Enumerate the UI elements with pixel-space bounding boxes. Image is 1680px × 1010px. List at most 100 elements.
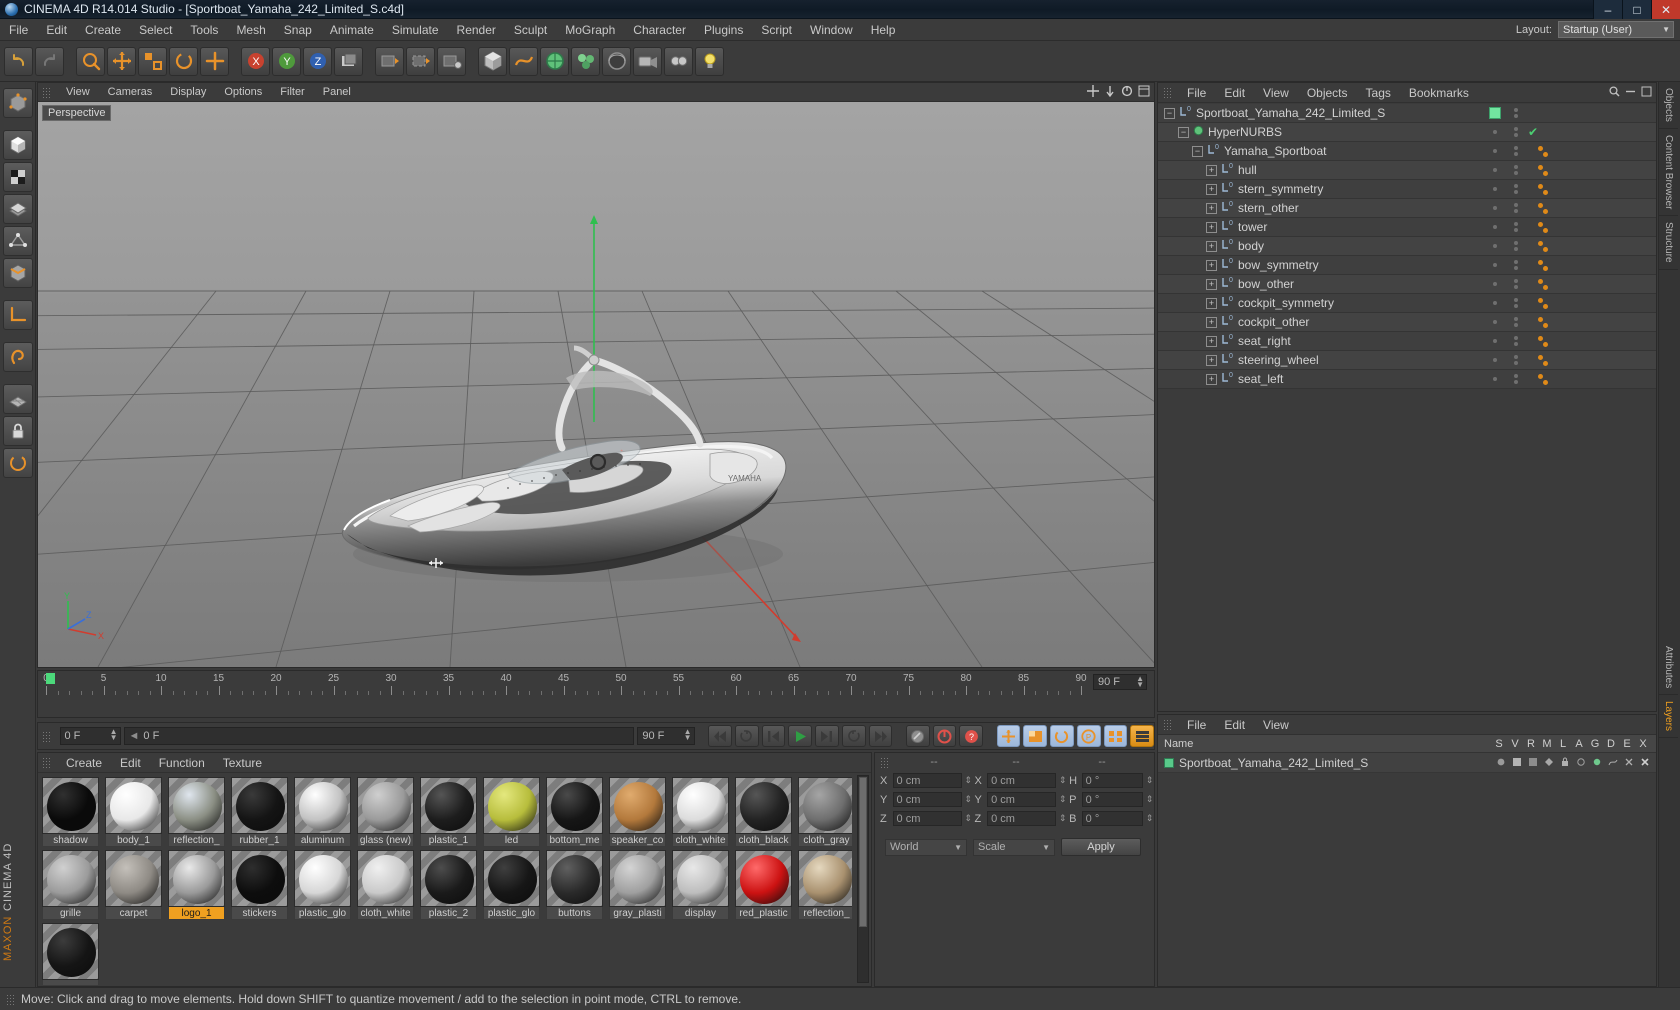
material-cell[interactable]: cloth_gray (798, 777, 852, 847)
expand-icon[interactable]: + (1206, 297, 1217, 309)
menu-item-create[interactable]: Create (76, 19, 130, 41)
object-visibility-dot[interactable] (1493, 225, 1497, 229)
material-cell[interactable]: plastic_1 (420, 777, 477, 847)
frame-spinner-icon[interactable]: ▲ ▼ (110, 728, 118, 742)
viewport-menu-filter[interactable]: Filter (271, 83, 313, 102)
object-name[interactable]: hull (1238, 163, 1257, 177)
next-key-button[interactable] (841, 725, 866, 747)
make-editable-button[interactable] (3, 88, 33, 118)
material-preview[interactable] (294, 777, 351, 834)
coord-input-pos-z[interactable]: 0 cm (892, 811, 962, 826)
object-tree-row[interactable]: +0 tower (1158, 218, 1656, 237)
coord-input-pos-x[interactable]: 0 cm (892, 773, 962, 788)
material-cell[interactable] (42, 923, 99, 985)
layer-render-icon[interactable] (1528, 756, 1538, 770)
object-tree-row[interactable]: − 0 Sportboat_Yamaha_242_Limited_S (1158, 104, 1656, 123)
material-cell[interactable]: shadow (42, 777, 99, 847)
layer-lock-icon[interactable] (1560, 756, 1570, 770)
object-visibility-dot[interactable] (1493, 149, 1497, 153)
add-generator-button[interactable] (540, 46, 569, 76)
key-parameter-button[interactable]: P (1076, 725, 1101, 747)
coord-spinner-size-x-icon[interactable]: ⇕ (1058, 775, 1067, 786)
redo-button[interactable] (35, 46, 64, 76)
material-name[interactable]: plastic_glo (294, 907, 351, 920)
coord-spinner-h-icon[interactable]: ⇕ (1145, 775, 1154, 786)
texture-mode-button[interactable] (3, 162, 33, 192)
point-mode-button[interactable] (3, 226, 33, 256)
object-tree-row[interactable]: − 0 Yamaha_Sportboat (1158, 142, 1656, 161)
editor-visibility-dot[interactable] (1514, 355, 1518, 359)
editor-visibility-dot[interactable] (1514, 108, 1518, 112)
object-tree-row[interactable]: +0 seat_left (1158, 370, 1656, 389)
material-preview[interactable] (798, 850, 852, 907)
material-name[interactable]: cloth_white (357, 907, 414, 920)
object-visibility-dots[interactable] (1514, 241, 1518, 251)
material-preview[interactable] (798, 777, 852, 834)
editor-visibility-dot[interactable] (1514, 336, 1518, 340)
layer-xref-icon[interactable] (1640, 756, 1650, 770)
material-tag-icon[interactable] (1538, 184, 1543, 189)
object-name[interactable]: tower (1238, 220, 1267, 234)
expand-icon[interactable]: + (1206, 202, 1217, 214)
add-environment-button[interactable] (602, 46, 631, 76)
coord-input-size-z[interactable]: 0 cm (987, 811, 1057, 826)
render-region-button[interactable] (406, 46, 435, 76)
object-tag-group[interactable] (1538, 298, 1552, 310)
material-cell[interactable]: stickers (231, 850, 288, 920)
material-name[interactable]: logo_1 (168, 907, 225, 920)
material-tag-icon[interactable] (1538, 317, 1543, 322)
coordinates-grip-icon[interactable] (880, 756, 889, 768)
current-frame-input[interactable]: 0 F ▲ ▼ (59, 727, 121, 745)
timeline-panel[interactable]: 051015202530354045505560657075808590 90 … (37, 670, 1155, 718)
menu-item-help[interactable]: Help (862, 19, 905, 41)
material-name[interactable]: cloth_black (735, 834, 792, 847)
render-visibility-dot[interactable] (1514, 152, 1518, 156)
menu-item-simulate[interactable]: Simulate (383, 19, 448, 41)
object-name[interactable]: cockpit_other (1238, 315, 1309, 329)
material-cell[interactable]: red_plastic (735, 850, 792, 920)
add-light-button[interactable] (695, 46, 724, 76)
uvw-tag-icon[interactable] (1543, 209, 1548, 214)
material-name[interactable]: glass (new) (357, 834, 414, 847)
object-visibility-dots[interactable] (1514, 355, 1518, 365)
live-selection-tool[interactable] (76, 46, 105, 76)
end-spinner-icon[interactable]: ▲ ▼ (684, 728, 692, 742)
model-mode-button[interactable] (3, 130, 33, 160)
world-object-coordinates-button[interactable] (334, 46, 363, 76)
editor-visibility-dot[interactable] (1514, 222, 1518, 226)
add-spline-button[interactable] (509, 46, 538, 76)
coord-input-size-x[interactable]: 0 cm (987, 773, 1057, 788)
material-name[interactable]: grille (42, 907, 99, 920)
object-visibility-dots[interactable] (1514, 146, 1518, 156)
material-name[interactable]: display (672, 907, 729, 920)
object-grip-icon[interactable] (1163, 87, 1172, 98)
object-visibility-dots[interactable] (1514, 336, 1518, 346)
material-name[interactable]: gray_plasti (609, 907, 666, 920)
object-menu-view[interactable]: View (1254, 83, 1298, 103)
menu-item-sculpt[interactable]: Sculpt (505, 19, 556, 41)
layer-header-g[interactable]: G (1588, 738, 1602, 750)
material-cell[interactable]: grille (42, 850, 99, 920)
material-preview[interactable] (735, 850, 792, 907)
material-cell[interactable]: reflection_ (168, 777, 225, 847)
key-position-button[interactable] (996, 725, 1021, 747)
object-name[interactable]: seat_right (1238, 334, 1291, 348)
workplane-rotate-button[interactable] (3, 448, 33, 478)
editor-visibility-dot[interactable] (1514, 374, 1518, 378)
go-to-start-button[interactable] (708, 725, 732, 747)
layer-expression-icon[interactable] (1624, 756, 1634, 770)
uvw-tag-icon[interactable] (1543, 342, 1548, 347)
object-menu-file[interactable]: File (1178, 83, 1215, 103)
object-tag-group[interactable] (1538, 203, 1552, 215)
material-name[interactable]: speaker_co (609, 834, 666, 847)
material-grid[interactable]: shadow body_1 reflection_ rubber_1 aluminum g… (40, 775, 852, 985)
object-visibility-dots[interactable] (1514, 279, 1518, 289)
layer-menu-file[interactable]: File (1178, 715, 1215, 735)
material-preview[interactable] (357, 850, 414, 907)
render-visibility-dot[interactable] (1514, 247, 1518, 251)
add-stage-button[interactable] (664, 46, 693, 76)
object-name[interactable]: Yamaha_Sportboat (1224, 144, 1327, 158)
panel-grip-icon[interactable] (42, 86, 51, 98)
editor-visibility-dot[interactable] (1514, 165, 1518, 169)
coordinate-system-dropdown[interactable]: World ▼ (885, 838, 967, 856)
